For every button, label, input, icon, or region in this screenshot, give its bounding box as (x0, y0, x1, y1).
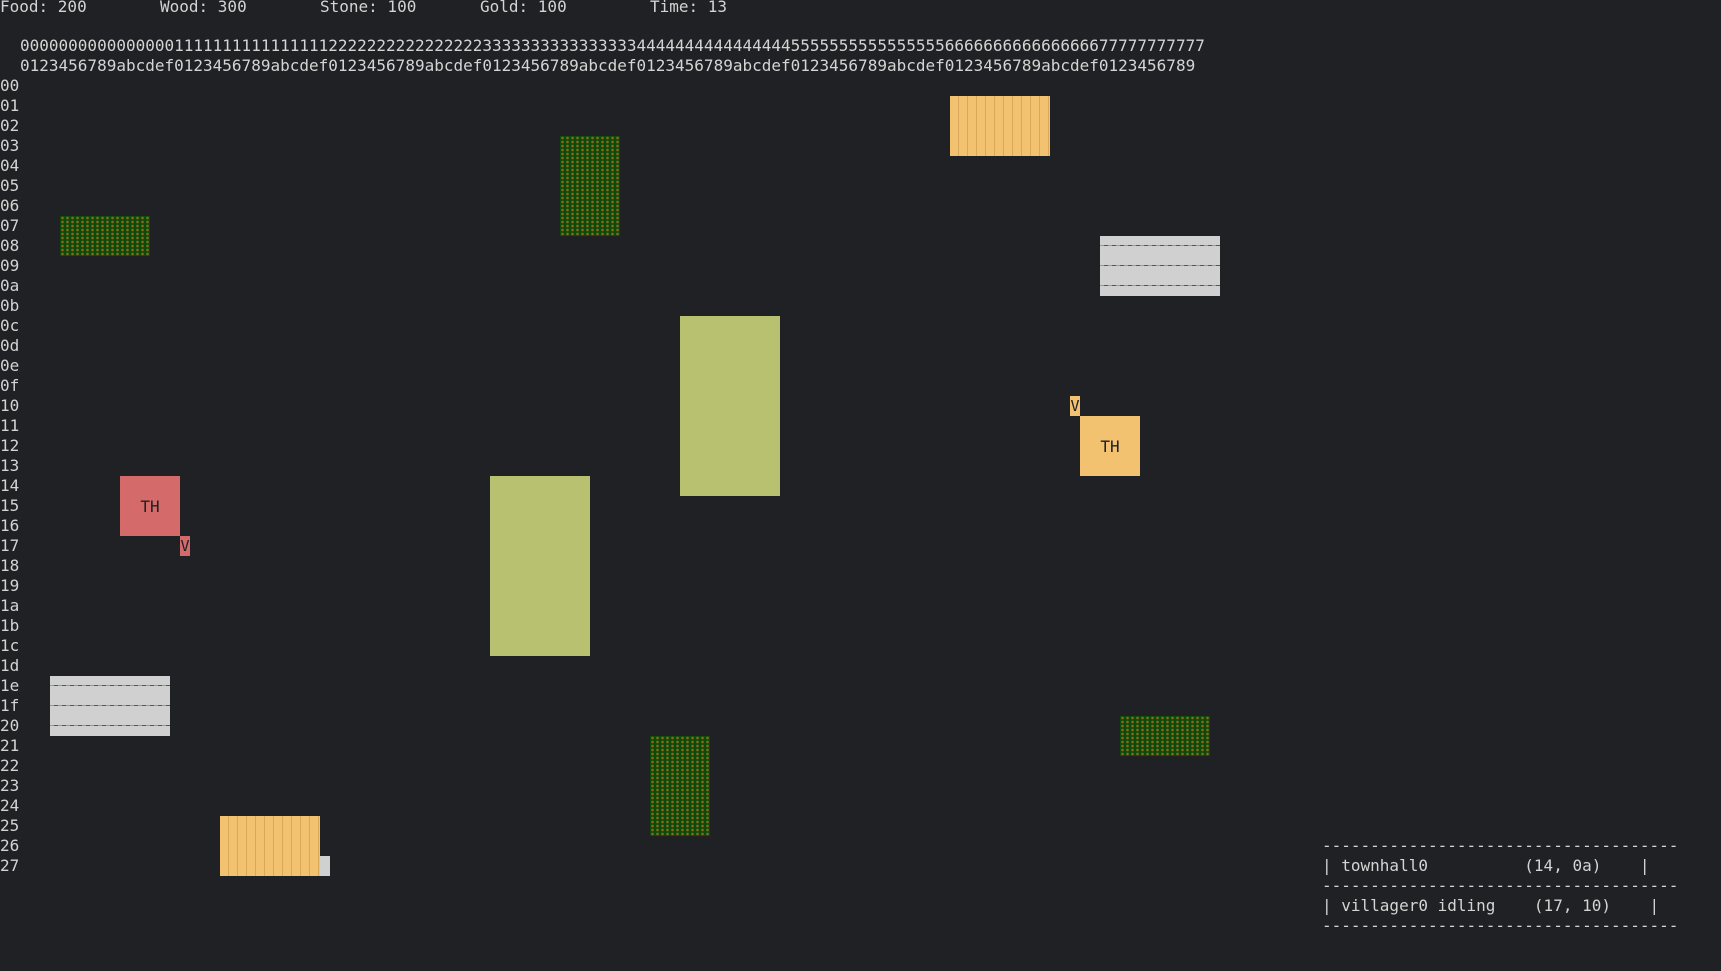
row-label: 12 (0, 436, 20, 455)
row-label: 23 (0, 776, 20, 795)
row-label: 07 (0, 216, 20, 235)
row-label: 1e (0, 676, 20, 695)
time-counter: Time: 13 (650, 0, 728, 16)
row-label: 0a (0, 276, 20, 295)
row-label: 22 (0, 756, 20, 775)
row-label: 0c (0, 316, 20, 335)
gold-mine[interactable] (950, 96, 1050, 156)
row-label: 0f (0, 376, 20, 395)
stone-deposit[interactable] (50, 676, 170, 736)
tree-cluster[interactable] (650, 736, 710, 836)
stone-deposit[interactable] (1100, 236, 1220, 296)
info-border-top: ------------------------------------- (1322, 836, 1679, 855)
info-row-townhall[interactable]: | townhall0 (14, 0a) | (1322, 856, 1650, 876)
townhall-orange[interactable]: TH (1080, 416, 1140, 476)
row-label: 13 (0, 456, 20, 475)
gold-mine[interactable] (220, 816, 320, 876)
row-label: 06 (0, 196, 20, 215)
column-header-low: 0123456789abcdef0123456789abcdef01234567… (20, 56, 1196, 75)
villager-orange[interactable]: V (1070, 396, 1080, 416)
row-label: 0e (0, 356, 20, 375)
row-label: 1b (0, 616, 20, 635)
row-label: 05 (0, 176, 20, 195)
stone-fragment (320, 856, 330, 876)
row-label: 08 (0, 236, 20, 255)
stone-counter: Stone: 100 (320, 0, 417, 16)
villager-red[interactable]: V (180, 536, 190, 556)
wood-counter: Wood: 300 (160, 0, 247, 16)
row-label: 21 (0, 736, 20, 755)
row-label: 00 (0, 76, 20, 95)
townhall-red[interactable]: TH (120, 476, 180, 536)
tree-cluster[interactable] (560, 136, 620, 236)
row-label: 20 (0, 716, 20, 735)
row-label: 17 (0, 536, 20, 555)
row-label: 16 (0, 516, 20, 535)
row-label: 24 (0, 796, 20, 815)
row-label: 11 (0, 416, 20, 435)
row-label: 25 (0, 816, 20, 835)
row-label: 1c (0, 636, 20, 655)
row-label: 19 (0, 576, 20, 595)
row-label: 1a (0, 596, 20, 615)
row-label: 10 (0, 396, 20, 415)
info-border-bottom: ------------------------------------- (1322, 916, 1679, 935)
row-label: 26 (0, 836, 20, 855)
gold-counter: Gold: 100 (480, 0, 567, 16)
food-counter: Food: 200 (0, 0, 87, 16)
row-label: 27 (0, 856, 20, 875)
tree-cluster[interactable] (1120, 716, 1210, 756)
row-label: 18 (0, 556, 20, 575)
row-label: 0d (0, 336, 20, 355)
row-label: 03 (0, 136, 20, 155)
row-label: 02 (0, 116, 20, 135)
info-border-mid: ------------------------------------- (1322, 876, 1679, 895)
row-label: 09 (0, 256, 20, 275)
row-label: 01 (0, 96, 20, 115)
row-label: 0b (0, 296, 20, 315)
row-label: 1d (0, 656, 20, 675)
row-label: 04 (0, 156, 20, 175)
row-label: 15 (0, 496, 20, 515)
row-label: 1f (0, 696, 20, 715)
farm-field[interactable] (680, 316, 780, 496)
farm-field[interactable] (490, 476, 590, 656)
tree-cluster[interactable] (60, 216, 150, 256)
row-label: 14 (0, 476, 20, 495)
info-row-villager[interactable]: | villager0 idling (17, 10) | (1322, 896, 1659, 916)
column-header-high: 0000000000000000111111111111111122222222… (20, 36, 1205, 55)
